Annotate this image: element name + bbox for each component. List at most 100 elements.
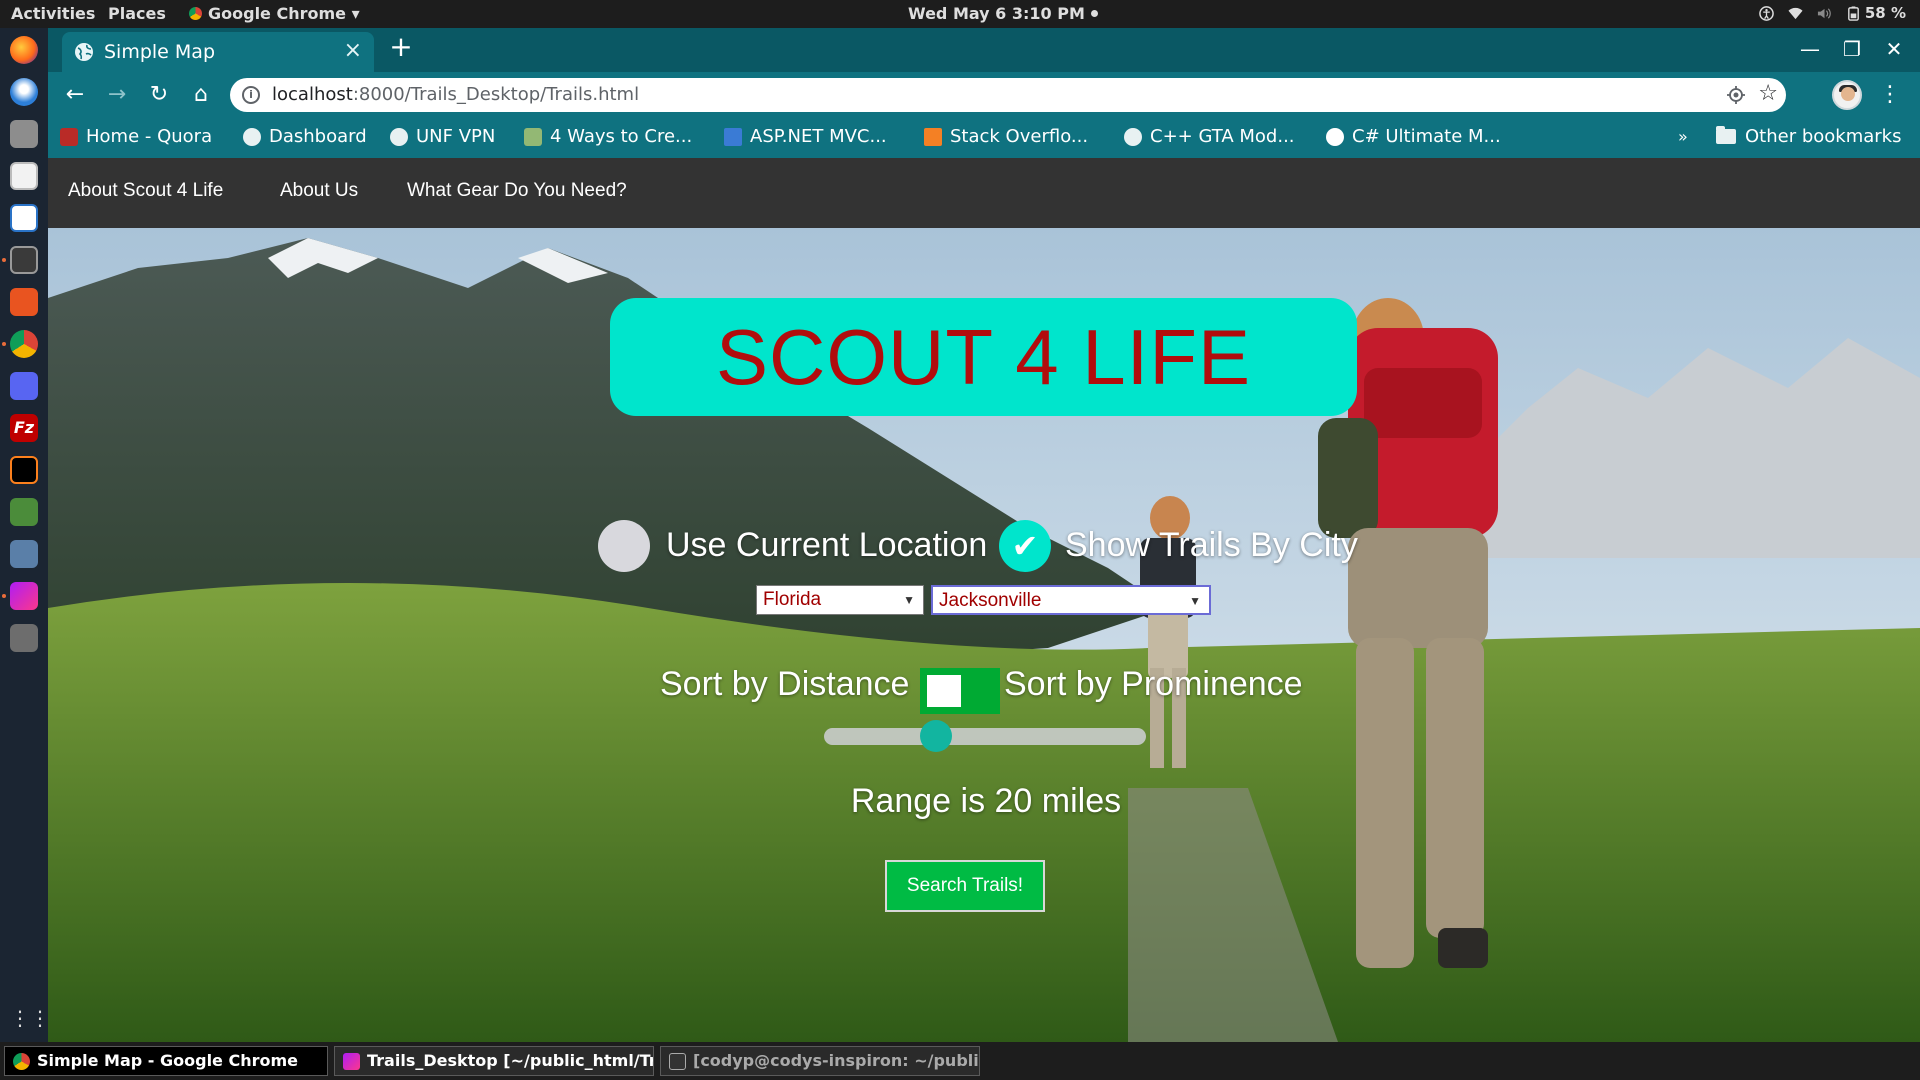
taskbar-item-label: Simple Map - Google Chrome — [37, 1051, 299, 1070]
app-menu[interactable]: Google Chrome ▾ — [189, 4, 360, 23]
firefox-icon[interactable] — [10, 36, 38, 64]
close-window-icon[interactable]: ✕ — [1874, 32, 1914, 66]
site-info-icon[interactable]: i — [242, 86, 260, 104]
home-icon[interactable]: ⌂ — [184, 78, 218, 112]
intellij-icon[interactable] — [10, 456, 38, 484]
show-trails-by-city-radio[interactable]: ✔ — [999, 520, 1051, 572]
use-current-location-label[interactable]: Use Current Location — [666, 526, 987, 565]
range-readout: Range is 20 miles — [850, 782, 1122, 820]
reload-icon[interactable]: ↻ — [142, 78, 176, 112]
globe-icon — [1124, 127, 1142, 146]
quora-icon — [60, 127, 78, 146]
nav-link-about-us[interactable]: About Us — [280, 180, 358, 202]
dropdown-arrow-icon: ▼ — [903, 593, 915, 607]
discord-icon[interactable] — [10, 372, 38, 400]
bookmark-item[interactable]: C++ GTA Mod... — [1124, 126, 1295, 147]
tab-title: Simple Map — [104, 41, 216, 63]
calculator-icon[interactable] — [10, 498, 38, 526]
tab-simple-map[interactable]: Simple Map × — [62, 32, 374, 72]
use-current-location-radio[interactable] — [598, 520, 650, 572]
terminal-icon[interactable] — [10, 246, 38, 274]
bookmark-item[interactable]: Dashboard — [243, 126, 367, 147]
bookmark-label: Dashboard — [269, 126, 367, 147]
folder-icon — [1716, 126, 1736, 144]
other-bookmarks-folder[interactable]: Other bookmarks — [1716, 126, 1901, 147]
bookmark-label: C++ GTA Mod... — [1150, 126, 1295, 147]
more-bookmarks-chevron[interactable]: » — [1678, 127, 1688, 146]
location-icon[interactable] — [1726, 85, 1746, 105]
back-arrow-icon[interactable]: ← — [58, 78, 92, 112]
web-page: About Scout 4 Life About Us What Gear Do… — [48, 158, 1920, 1042]
show-apps-icon[interactable]: ⋮⋮⋮ — [10, 1004, 70, 1032]
site-title: SCOUT 4 LIFE — [715, 313, 1252, 401]
thunderbird-icon[interactable] — [10, 78, 38, 106]
show-trails-by-city-label[interactable]: Show Trails By City — [1065, 526, 1358, 565]
forward-arrow-icon[interactable]: → — [100, 78, 134, 112]
taskbar-item-terminal[interactable]: [codyp@codys-inspiron: ~/public_... — [660, 1046, 980, 1076]
notification-dot — [1090, 10, 1098, 17]
new-tab-button[interactable]: + — [386, 32, 416, 62]
url-text[interactable]: localhost:8000/Trails_Desktop/Trails.htm… — [272, 84, 639, 105]
nav-link-gear[interactable]: What Gear Do You Need? — [407, 180, 627, 202]
bookmark-label: ASP.NET MVC... — [750, 126, 887, 147]
taskbar-item-label: Trails_Desktop [~/public_html/Trai... — [367, 1051, 653, 1070]
activities-button[interactable]: Activities — [11, 4, 95, 23]
taskbar-item-chrome[interactable]: Simple Map - Google Chrome — [4, 1046, 328, 1076]
bookmark-item[interactable]: Home - Quora — [60, 126, 212, 147]
browser-menu-icon[interactable]: ⋮ — [1878, 78, 1902, 112]
sort-toggle[interactable] — [920, 668, 1000, 714]
globe-icon — [243, 127, 261, 146]
range-slider-thumb[interactable] — [920, 720, 952, 752]
wikihow-icon — [524, 127, 542, 146]
search-trails-button[interactable]: Search Trails! — [885, 860, 1045, 912]
system-tray[interactable]: 58 % — [1759, 4, 1906, 22]
terminal-icon — [669, 1053, 686, 1070]
nav-link-about-scout[interactable]: About Scout 4 Life — [68, 180, 223, 202]
taskbar-item-label: [codyp@codys-inspiron: ~/public_... — [693, 1051, 979, 1070]
screenshot-icon[interactable] — [10, 540, 38, 568]
battery-level: 58 % — [1864, 4, 1906, 22]
bookmark-label: Home - Quora — [86, 126, 213, 147]
clock[interactable]: Wed May 6 3:10 PM — [908, 4, 1098, 23]
close-tab-icon[interactable]: × — [344, 38, 362, 63]
phpstorm-icon[interactable] — [10, 582, 38, 610]
url-path: :8000/Trails_Desktop/Trails.html — [352, 84, 640, 105]
chrome-icon — [189, 7, 202, 20]
sort-by-prominence-label: Sort by Prominence — [1004, 665, 1303, 703]
running-indicator — [2, 258, 6, 262]
bookmark-item[interactable]: Stack Overflo... — [924, 126, 1088, 147]
browser-window: Simple Map × + — ❐ ✕ ← → ↻ ⌂ i localhost… — [48, 28, 1920, 1042]
bookmark-item[interactable]: C# Ultimate M... — [1326, 126, 1501, 147]
state-select-value: Florida — [763, 589, 822, 610]
bookmark-label: C# Ultimate M... — [1352, 126, 1501, 147]
hero-section: SCOUT 4 LIFE Use Current Location ✔ Show… — [48, 228, 1920, 1042]
software-center-icon[interactable] — [10, 288, 38, 316]
accessibility-icon — [1759, 5, 1774, 21]
profile-avatar[interactable] — [1832, 80, 1862, 110]
stackoverflow-icon — [924, 127, 942, 146]
writer-icon[interactable] — [10, 204, 38, 232]
range-slider-track[interactable] — [824, 728, 1146, 745]
wifi-icon — [1788, 7, 1803, 19]
places-menu[interactable]: Places — [108, 4, 166, 23]
bookmark-star-icon[interactable]: ☆ — [1758, 81, 1778, 106]
restore-icon[interactable]: ❐ — [1832, 32, 1872, 66]
files-icon[interactable] — [10, 120, 38, 148]
taskbar-item-phpstorm[interactable]: Trails_Desktop [~/public_html/Trai... — [334, 1046, 654, 1076]
state-select[interactable]: Florida ▼ — [756, 585, 924, 615]
chrome-icon[interactable] — [10, 330, 38, 358]
bookmark-item[interactable]: 4 Ways to Cre... — [524, 126, 692, 147]
battery-icon — [1847, 5, 1859, 21]
address-bar[interactable]: i localhost:8000/Trails_Desktop/Trails.h… — [230, 78, 1786, 112]
application-dock: Fz ⋮⋮⋮ — [0, 28, 70, 1042]
bookmark-item[interactable]: ASP.NET MVC... — [724, 126, 887, 147]
filezilla-icon[interactable]: Fz — [10, 414, 38, 442]
phpstorm-icon — [343, 1053, 360, 1070]
city-select[interactable]: Jacksonville ▼ — [931, 585, 1211, 615]
globe-icon — [75, 43, 93, 61]
text-editor-icon[interactable] — [10, 162, 38, 190]
avatar-face — [1841, 87, 1855, 101]
disks-icon[interactable] — [10, 624, 38, 652]
minimize-icon[interactable]: — — [1790, 32, 1830, 66]
bookmark-item[interactable]: UNF VPN — [390, 126, 495, 147]
